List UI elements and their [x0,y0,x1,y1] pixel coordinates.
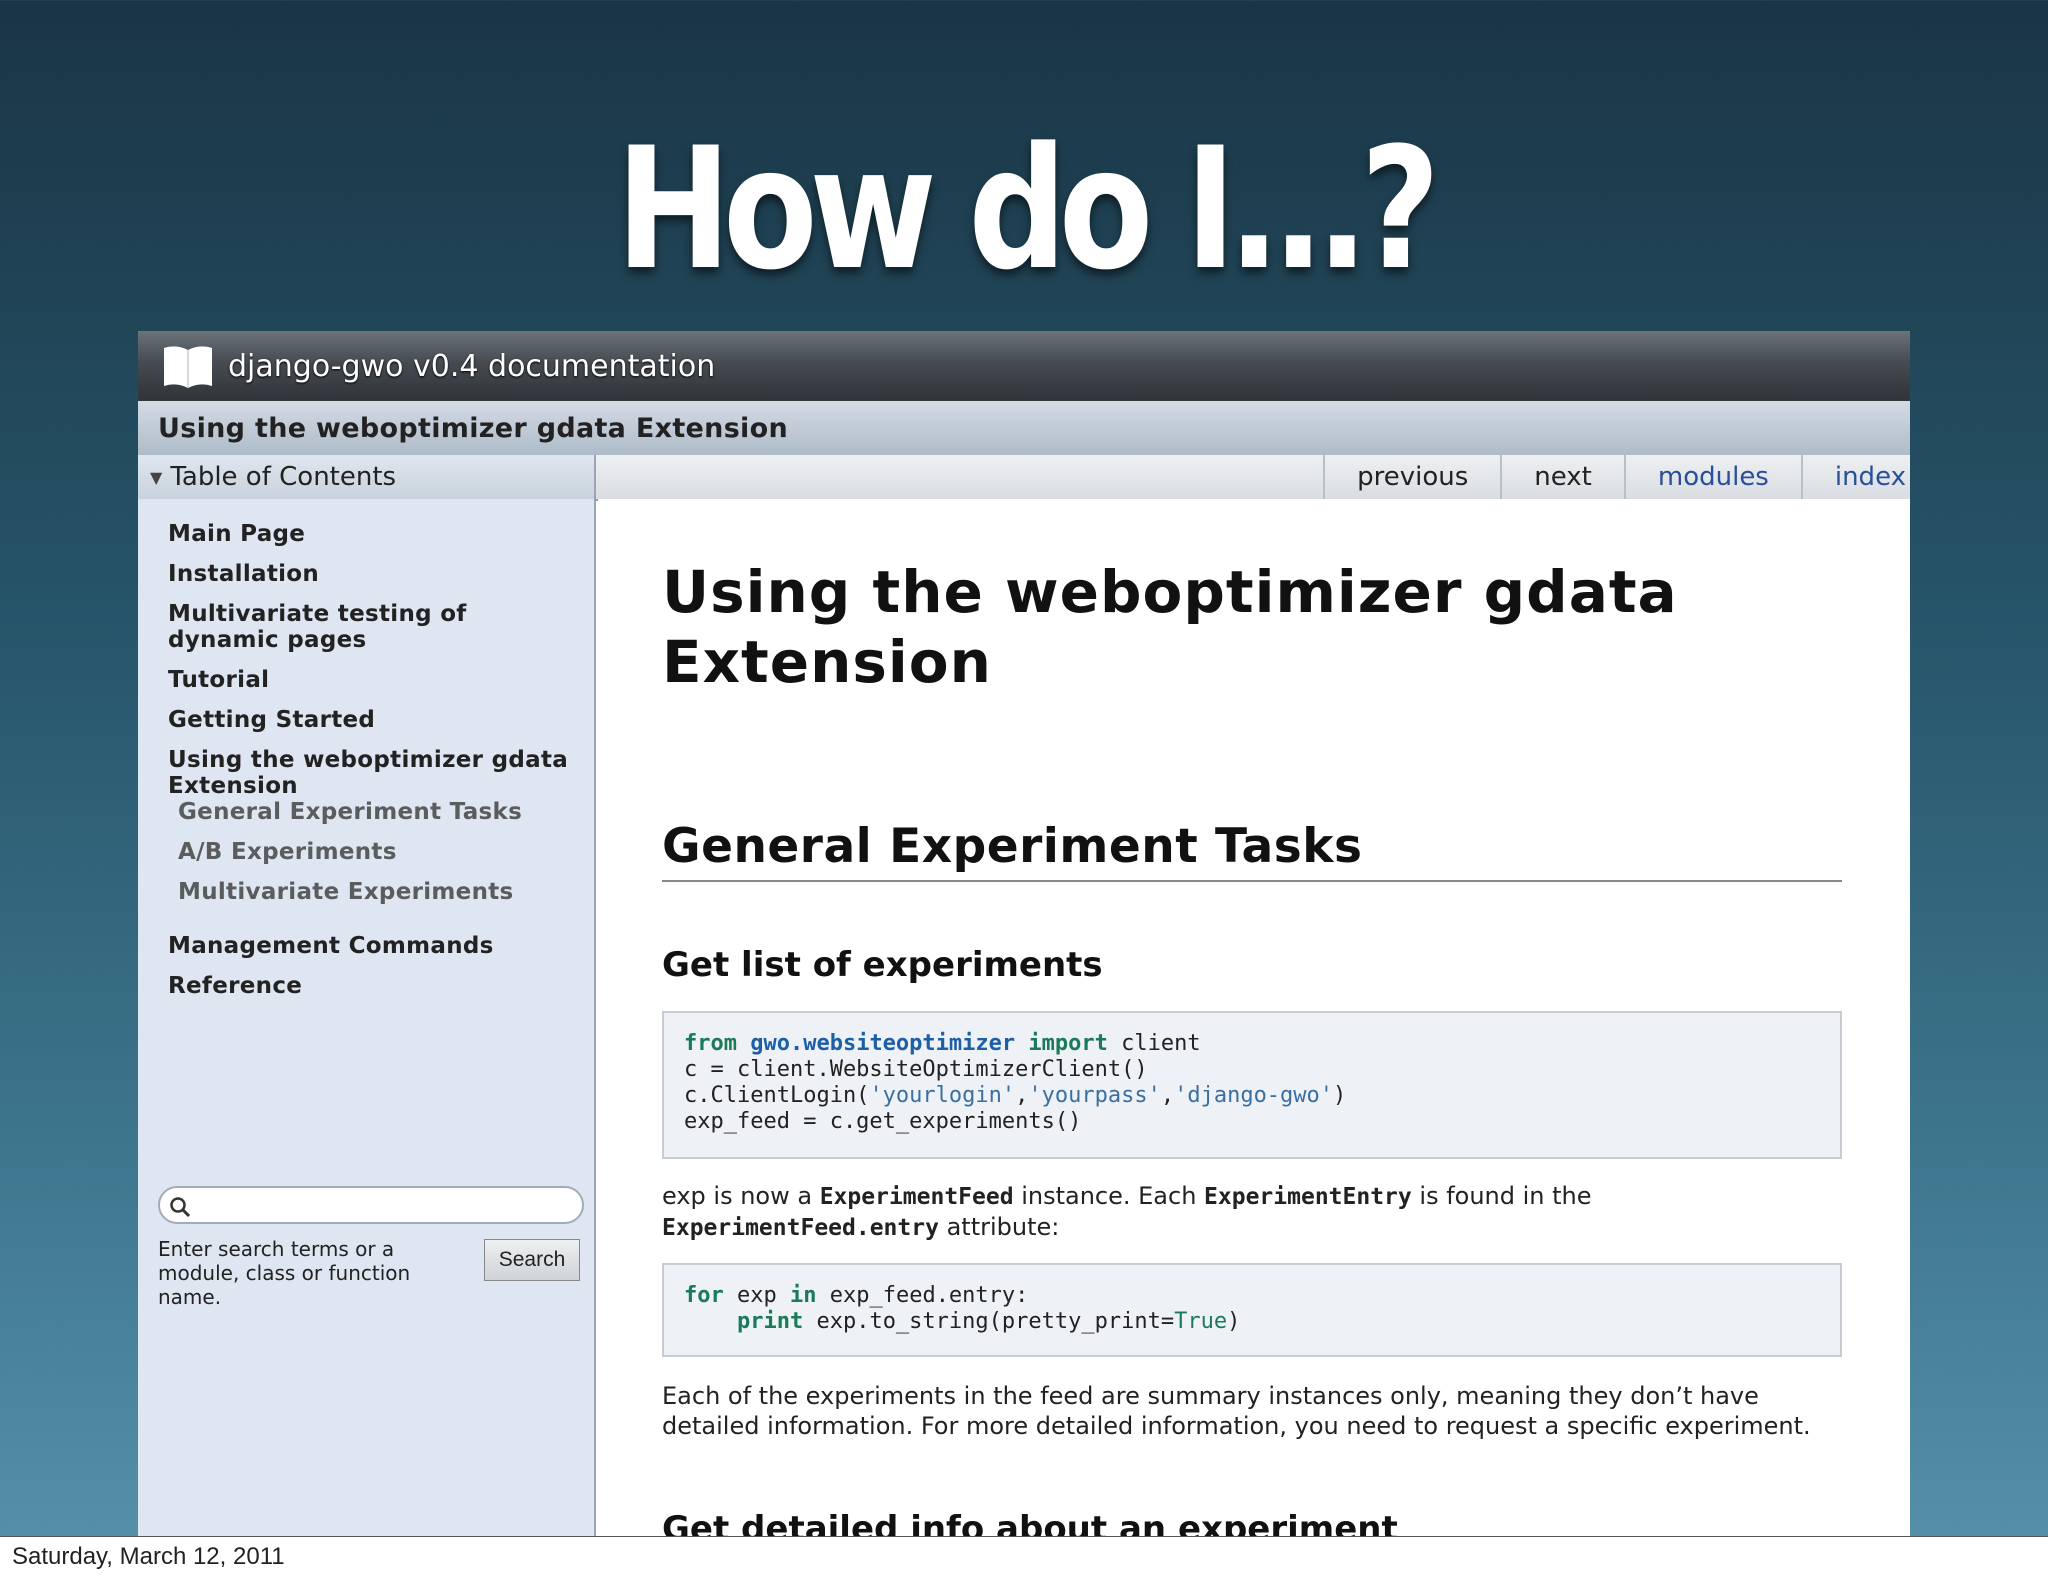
code-text: client [1107,1031,1201,1056]
toc-item-reference[interactable]: Reference [168,973,578,999]
code-line: c.ClientLogin('yourlogin','yourpass','dj… [684,1083,1820,1109]
paragraph-summary: Each of the experiments in the feed are … [662,1382,1811,1440]
toc-item-tutorial[interactable]: Tutorial [168,667,578,693]
nav-next-link[interactable]: next [1500,455,1624,499]
subsection-heading-cut: Get detailed info about an experiment [662,1509,1398,1536]
code-keyword: in [789,1283,817,1308]
code-text: ) [1227,1309,1241,1334]
doc-title[interactable]: django-gwo v0.4 documentation [228,349,715,384]
toc-label: Table of Contents [170,462,397,492]
toc-toggle[interactable]: ▼ Table of Contents [138,455,596,499]
nav-modules-link[interactable]: modules [1623,455,1801,499]
code-block-list-experiments: from gwo.websiteoptimizer import client … [662,1011,1842,1159]
text: instance. Each [1013,1182,1205,1210]
code-keyword: for [684,1283,724,1308]
toc-subitem-multivariate-experiments[interactable]: Multivariate Experiments [178,879,578,905]
page-heading-bar: Using the weboptimizer gdata Extension [138,401,1910,456]
nav-index-link[interactable]: index [1800,455,1910,499]
sidebar: Main Page Installation Multivariate test… [138,499,596,1536]
nav-bar: ▼ Table of Contents previous next module… [138,455,1910,501]
main-content: Using the weboptimizer gdata Extension G… [598,499,1910,1536]
search-input[interactable] [158,1186,584,1224]
text: is found in the [1411,1182,1592,1210]
toc-item-management-commands[interactable]: Management Commands [168,933,578,959]
toc-item-using-gdata[interactable]: Using the weboptimizer gdata Extension [168,747,578,799]
toc-item-getting-started[interactable]: Getting Started [168,707,578,733]
browser-window: django-gwo v0.4 documentation Using the … [138,331,1910,1536]
text: exp is now a [662,1182,820,1210]
code-block-loop: for exp in exp_feed.entry: print exp.to_… [662,1263,1842,1357]
search-button[interactable]: Search [484,1239,580,1281]
code-text: exp.to_string(pretty_print= [803,1309,1175,1334]
inline-code: ExperimentFeed.entry [662,1215,939,1241]
page-heading: Using the weboptimizer gdata Extension [158,412,788,444]
toc-list: Main Page Installation Multivariate test… [168,521,578,1013]
paragraph-experiment-feed: exp is now a ExperimentFeed instance. Ea… [662,1181,1862,1243]
code-keyword: from [684,1031,737,1056]
code-string: 'yourpass' [1028,1083,1161,1108]
toc-item-main-page[interactable]: Main Page [168,521,578,547]
search-help-text: Enter search terms or a module, class or… [158,1237,411,1309]
book-icon [164,346,212,388]
code-string: 'yourlogin' [869,1083,1016,1108]
triangle-down-icon: ▼ [150,467,163,487]
code-text: exp [723,1283,790,1308]
toc-item-multivariate-testing[interactable]: Multivariate testing of dynamic pages [168,601,578,653]
code-line: c = client.WebsiteOptimizerClient() [684,1057,1148,1082]
code-keyword: import [1028,1031,1108,1056]
section-heading: General Experiment Tasks [662,819,1842,882]
code-text: , [1160,1083,1175,1108]
toc-subitem-general-tasks[interactable]: General Experiment Tasks [178,799,578,825]
inline-code: ExperimentEntry [1204,1184,1412,1210]
code-module: gwo.websiteoptimizer [750,1031,1016,1056]
text: attribute: [938,1213,1060,1241]
toc-subitem-ab-experiments[interactable]: A/B Experiments [178,839,578,865]
code-text: ) [1333,1083,1347,1108]
footer-date: Saturday, March 12, 2011 [12,1543,285,1570]
code-line: from gwo.websiteoptimizer import client [684,1031,1820,1057]
code-text: c.ClientLogin( [684,1083,870,1108]
code-line: for exp in exp_feed.entry: [684,1283,1820,1309]
doc-header-bar: django-gwo v0.4 documentation [138,331,1910,401]
slide-footer: Saturday, March 12, 2011 [0,1536,2048,1577]
search-icon [170,1197,191,1218]
code-keyword: True [1174,1309,1228,1334]
code-string: 'django-gwo' [1174,1083,1334,1108]
code-text: exp_feed.entry: [816,1283,1029,1308]
code-line: exp_feed = c.get_experiments() [684,1109,1082,1134]
nav-previous-link[interactable]: previous [1323,455,1500,499]
toc-item-installation[interactable]: Installation [168,561,578,587]
nav-links: previous next modules index [1323,455,1910,499]
inline-code: ExperimentFeed [819,1184,1014,1210]
subsection-heading: Get list of experiments [662,945,1103,985]
page-title: Using the weboptimizer gdata Extension [662,558,1678,696]
slide-title: How do I...? [615,111,1440,307]
code-keyword: print [736,1309,804,1334]
code-line: print exp.to_string(pretty_print=True) [684,1309,1820,1335]
code-text: , [1015,1083,1029,1108]
